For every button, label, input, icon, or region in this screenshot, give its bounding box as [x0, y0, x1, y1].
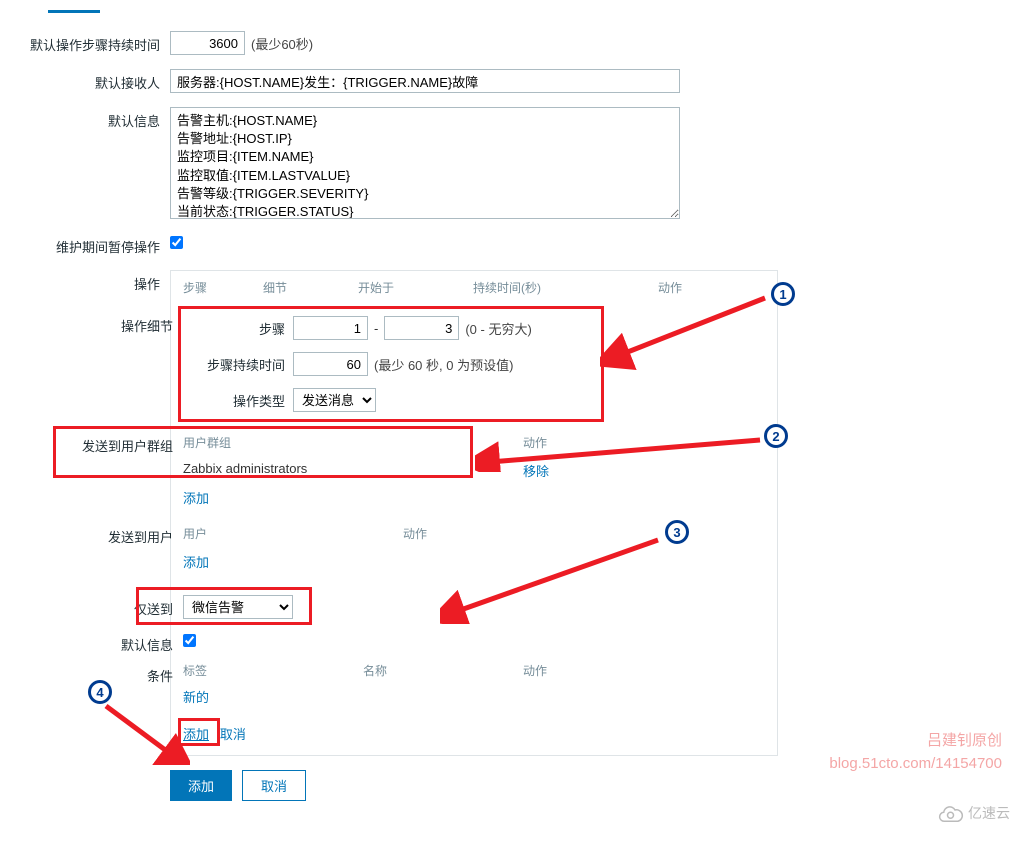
select-only-send-to[interactable]: 微信告警 — [183, 595, 293, 619]
label-operations: 操作 — [10, 270, 170, 293]
col-detail: 细节 — [263, 279, 358, 296]
step-sep: - — [374, 321, 378, 336]
label-default-info-cb: 默认信息 — [23, 631, 183, 654]
label-default-message: 默认信息 — [10, 107, 170, 130]
col-cond-action: 动作 — [523, 662, 583, 679]
badge-3: 3 — [665, 520, 689, 544]
brand-footer: 亿速云 — [934, 803, 1010, 823]
col-duration: 持续时间(秒) — [473, 279, 658, 296]
col-group-action: 动作 — [523, 434, 583, 451]
link-cancel-operation[interactable]: 取消 — [220, 727, 246, 742]
badge-2: 2 — [764, 424, 788, 448]
checkbox-default-info[interactable] — [183, 634, 196, 647]
hint-op-step-duration: (最少 60 秒, 0 为预设值) — [374, 355, 513, 374]
cloud-icon — [934, 803, 964, 823]
col-user: 用户 — [183, 525, 403, 542]
button-cancel[interactable]: 取消 — [242, 770, 306, 801]
input-step-from[interactable] — [293, 316, 368, 340]
label-step-duration: 默认操作步骤持续时间 — [10, 31, 170, 54]
link-add-operation[interactable]: 添加 — [183, 727, 209, 742]
input-step-duration[interactable] — [170, 31, 245, 55]
badge-4: 4 — [88, 680, 112, 704]
link-add-group[interactable]: 添加 — [183, 484, 765, 511]
input-default-recipient[interactable] — [170, 69, 680, 93]
sublabel-step: 步骤 — [183, 319, 293, 338]
select-op-type[interactable]: 发送消息 — [293, 388, 376, 412]
label-only-send-to: 仅送到 — [23, 595, 183, 618]
checkbox-pause-maintenance[interactable] — [170, 236, 183, 249]
col-step: 步骤 — [183, 279, 263, 296]
textarea-default-message[interactable] — [170, 107, 680, 219]
input-op-step-duration[interactable] — [293, 352, 368, 376]
label-send-groups: 发送到用户群组 — [23, 432, 183, 455]
badge-1: 1 — [771, 282, 795, 306]
link-new-condition[interactable]: 新的 — [183, 683, 765, 710]
operations-container: 步骤 细节 开始于 持续时间(秒) 动作 操作细节 步骤 - ( — [170, 270, 778, 756]
group-value: Zabbix administrators — [183, 461, 523, 480]
link-add-user[interactable]: 添加 — [183, 548, 765, 575]
sublabel-step-duration: 步骤持续时间 — [183, 355, 293, 374]
hint-step-range: (0 - 无穷大) — [465, 319, 531, 338]
col-user-group: 用户群组 — [183, 434, 523, 451]
col-tag: 标签 — [183, 662, 363, 679]
col-user-action: 动作 — [403, 525, 427, 542]
col-start: 开始于 — [358, 279, 473, 296]
label-send-users: 发送到用户 — [23, 523, 183, 546]
label-pause-maintenance: 维护期间暂停操作 — [10, 233, 170, 256]
col-name: 名称 — [363, 662, 523, 679]
input-step-to[interactable] — [384, 316, 459, 340]
sublabel-op-type: 操作类型 — [183, 391, 293, 410]
label-default-recipient: 默认接收人 — [10, 69, 170, 92]
label-op-detail: 操作细节 — [23, 312, 183, 335]
active-tab-indicator — [48, 10, 100, 13]
col-action: 动作 — [658, 279, 718, 296]
ops-header: 步骤 细节 开始于 持续时间(秒) 动作 — [183, 279, 765, 302]
link-remove-group[interactable]: 移除 — [523, 461, 549, 480]
button-add[interactable]: 添加 — [170, 770, 232, 801]
hint-step-duration: (最少60秒) — [251, 34, 313, 53]
